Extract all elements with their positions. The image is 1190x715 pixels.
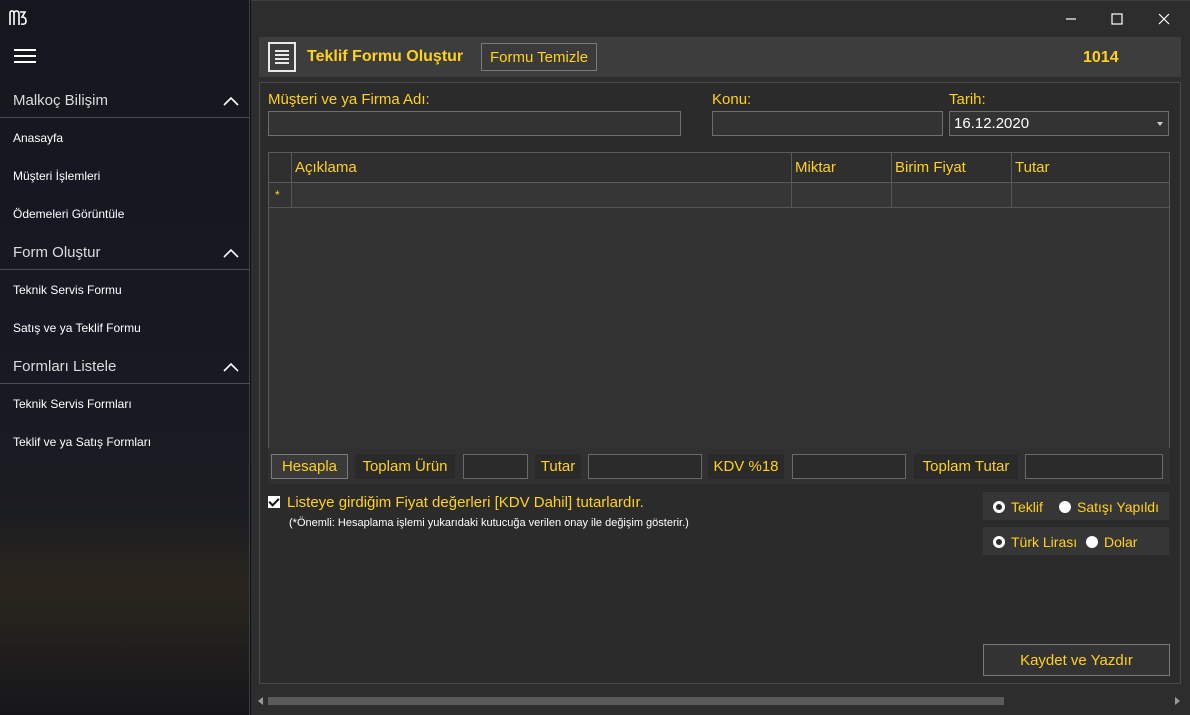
cell-tutar[interactable]: [1011, 183, 1169, 207]
sidebar: Malkoç Bilişim Anasayfa Müşteri İşlemler…: [0, 0, 250, 715]
column-aciklama[interactable]: Açıklama: [291, 153, 791, 183]
sidebar-item-teknik-servis-formu[interactable]: Teknik Servis Formu: [13, 283, 122, 297]
chevron-up-icon: [223, 362, 239, 372]
save-print-button[interactable]: Kaydet ve Yazdır: [983, 644, 1170, 676]
scrollbar-thumb[interactable]: [268, 697, 1004, 705]
cell-miktar[interactable]: [791, 183, 891, 207]
radio-label: Türk Lirası: [1011, 534, 1078, 550]
customer-label: Müşteri ve ya Firma Adı:: [268, 91, 430, 108]
calculate-button[interactable]: Hesapla: [271, 454, 348, 479]
currency-radio-group: Türk Lirası Dolar: [983, 527, 1169, 555]
horizontal-scrollbar[interactable]: [254, 694, 1184, 708]
radio-unselected-icon: [1086, 536, 1098, 548]
sidebar-item-satis-teklif-formu[interactable]: Satış ve ya Teklif Formu: [13, 321, 141, 335]
chevron-down-icon[interactable]: [1157, 122, 1163, 126]
radio-turk-lirasi[interactable]: Türk Lirası: [993, 534, 1077, 550]
type-radio-group: Teklif Satışı Yapıldı: [983, 492, 1169, 520]
grand-total-field[interactable]: [1025, 454, 1163, 479]
section-title: Form Oluştur: [13, 244, 101, 261]
section-malkoc-bilisim[interactable]: Malkoç Bilişim: [0, 84, 250, 118]
column-miktar[interactable]: Miktar: [791, 153, 891, 183]
radio-label: Satışı Yapıldı: [1077, 499, 1159, 515]
scroll-right-icon[interactable]: [1175, 697, 1180, 705]
calculation-note: (*Önemli: Hesaplama işlemi yukarıdaki ku…: [289, 517, 689, 529]
items-grid: Açıklama Miktar Birim Fiyat Tutar *: [268, 152, 1170, 484]
cell-aciklama[interactable]: [291, 183, 791, 207]
date-value: 16.12.2020: [954, 115, 1030, 132]
page-title: Teklif Formu Oluştur: [307, 48, 464, 65]
document-icon[interactable]: [268, 42, 296, 72]
radio-selected-icon: [993, 501, 1005, 513]
title-bar: [251, 0, 1190, 35]
chevron-up-icon: [223, 96, 239, 106]
vat-included-checkbox[interactable]: [268, 496, 280, 508]
form-content: Müşteri ve ya Firma Adı: Konu: Tarih: 16…: [259, 82, 1181, 684]
amount-field[interactable]: [588, 454, 702, 479]
clear-form-button[interactable]: Formu Temizle: [481, 43, 597, 71]
sidebar-item-anasayfa[interactable]: Anasayfa: [13, 131, 63, 145]
new-row-marker: *: [275, 188, 280, 202]
radio-teklif[interactable]: Teklif: [993, 499, 1043, 515]
table-row: *: [269, 183, 1169, 208]
grid-header: Açıklama Miktar Birim Fiyat Tutar: [269, 153, 1169, 183]
chevron-up-icon: [223, 248, 239, 258]
date-picker[interactable]: 16.12.2020: [949, 111, 1169, 136]
column-tutar[interactable]: Tutar: [1011, 153, 1169, 183]
customer-input[interactable]: [268, 111, 681, 136]
section-formlari-listele[interactable]: Formları Listele: [0, 350, 250, 384]
grand-total-label: Toplam Tutar: [914, 454, 1018, 479]
minimize-icon[interactable]: [1061, 9, 1081, 29]
section-title: Malkoç Bilişim: [13, 92, 109, 109]
cell-birim-fiyat[interactable]: [891, 183, 1011, 207]
vat-included-label: Listeye girdiğim Fiyat değerleri [KDV Da…: [287, 494, 644, 511]
total-products-label: Toplam Ürün: [355, 454, 455, 479]
maximize-icon[interactable]: [1107, 9, 1127, 29]
radio-dolar[interactable]: Dolar: [1086, 534, 1137, 550]
date-label: Tarih:: [949, 91, 986, 108]
subject-input[interactable]: [712, 111, 943, 136]
hamburger-icon[interactable]: [14, 49, 36, 65]
radio-label: Dolar: [1104, 534, 1138, 550]
vat-field[interactable]: [792, 454, 906, 479]
radio-label: Teklif: [1011, 499, 1043, 515]
amount-label: Tutar: [535, 454, 581, 479]
radio-unselected-icon: [1059, 501, 1071, 513]
radio-selected-icon: [993, 536, 1005, 548]
sidebar-item-musteri-islemleri[interactable]: Müşteri İşlemleri: [13, 169, 100, 183]
form-header: Teklif Formu Oluştur Formu Temizle 1014: [259, 37, 1181, 77]
vat-label: KDV %18: [708, 454, 784, 479]
section-form-olustur[interactable]: Form Oluştur: [0, 236, 250, 270]
totals-bar: Hesapla Toplam Ürün Tutar KDV %18 Toplam…: [268, 448, 1170, 484]
section-title: Formları Listele: [13, 358, 117, 375]
column-birim-fiyat[interactable]: Birim Fiyat: [891, 153, 1011, 183]
main-window: Teklif Formu Oluştur Formu Temizle 1014 …: [251, 0, 1190, 715]
sidebar-item-teknik-servis-formlari[interactable]: Teknik Servis Formları: [13, 397, 132, 411]
scroll-left-icon[interactable]: [258, 697, 263, 705]
subject-label: Konu:: [712, 91, 752, 108]
total-products-field[interactable]: [463, 454, 528, 479]
radio-satisi-yapildi[interactable]: Satışı Yapıldı: [1059, 499, 1159, 515]
close-icon[interactable]: [1154, 9, 1174, 29]
m3-logo: [9, 10, 27, 25]
sidebar-item-odemeleri-goruntule[interactable]: Ödemeleri Görüntüle: [13, 207, 124, 221]
form-number: 1014: [1083, 49, 1119, 66]
sidebar-item-teklif-satis-formlari[interactable]: Teklif ve ya Satış Formları: [13, 435, 151, 449]
